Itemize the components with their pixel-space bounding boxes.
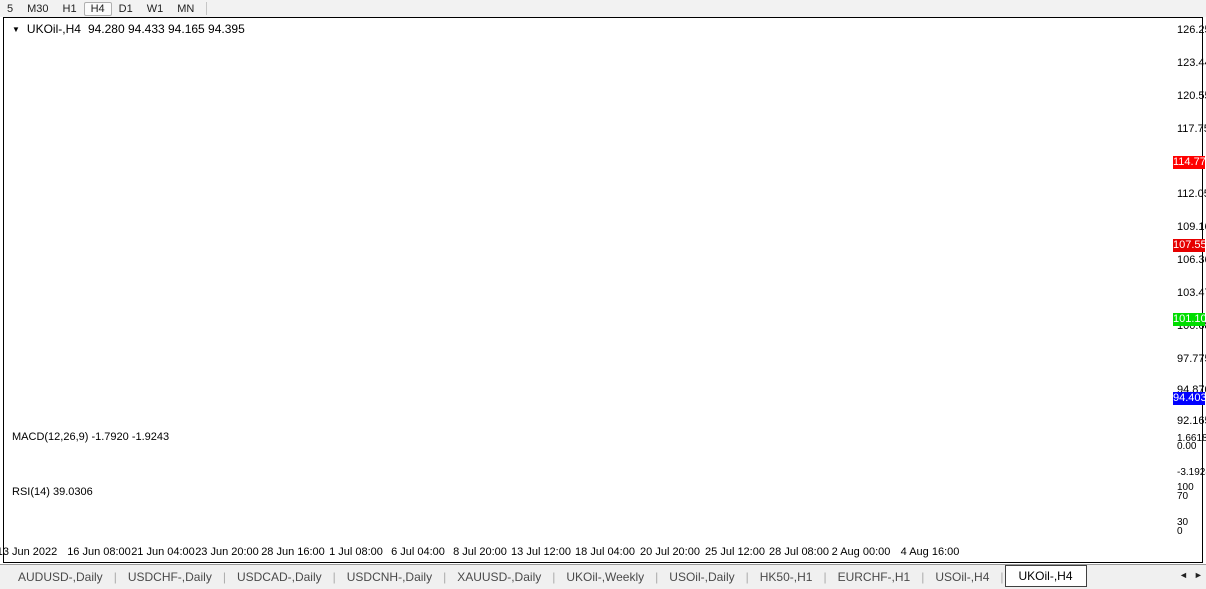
rsi-tick-label: 70: [1177, 492, 1188, 502]
tab-hk50-h1[interactable]: HK50-,H1: [750, 567, 823, 587]
price-line-label-114-77: 114.77: [1173, 156, 1205, 169]
date-label: 2 Aug 00:00: [832, 546, 891, 558]
hline-101-1[interactable]: [8, 316, 1172, 322]
macd-tick-label: 0.00: [1177, 442, 1196, 452]
price-tick-label: 103.47: [1177, 288, 1206, 299]
date-label: 13 Jun 2022: [0, 546, 57, 558]
price-tick-label: 120.55: [1177, 91, 1206, 102]
price-tick-label: 123.44: [1177, 58, 1206, 69]
price-tick-label: 117.75: [1177, 124, 1206, 135]
date-label: 18 Jul 04:00: [575, 546, 635, 558]
chart-canvas: [0, 0, 1206, 589]
tab-audusd-daily[interactable]: AUDUSD-,Daily: [8, 567, 113, 587]
tab-scroll-left-icon[interactable]: ◄: [1179, 570, 1194, 580]
date-label: 21 Jun 04:00: [131, 546, 195, 558]
price-tick-label: 92.165: [1177, 416, 1206, 427]
rsi-tick-label: 0: [1177, 527, 1183, 537]
macd-label: MACD(12,26,9) -1.7920 -1.9243: [12, 431, 169, 443]
trend-arrow[interactable]: [953, 374, 985, 427]
tab-scroll-right-icon[interactable]: ►: [1194, 570, 1205, 580]
tab-usoil-daily[interactable]: USOil-,Daily: [659, 567, 744, 587]
chart-tab-bar: AUDUSD-,Daily|USDCHF-,Daily|USDCAD-,Dail…: [0, 564, 1206, 589]
hline-107-55[interactable]: [8, 242, 1172, 248]
tab-xauusd-daily[interactable]: XAUUSD-,Daily: [447, 567, 551, 587]
tab-scroll-arrows: ◄►: [1179, 570, 1205, 580]
tab-usdcnh-daily[interactable]: USDCNH-,Daily: [337, 567, 442, 587]
candles-layer: [7, 33, 925, 421]
mt4-terminal: 5M30H1H4D1W1MN ▼ UKOil-,H4 94.280 94.433…: [0, 0, 1206, 589]
rsi-label: RSI(14) 39.0306: [12, 486, 93, 498]
price-line-label-107-55: 107.55: [1173, 239, 1205, 252]
date-label: 20 Jul 20:00: [640, 546, 700, 558]
tab-usoil-h4[interactable]: USOil-,H4: [925, 567, 999, 587]
tab-ukoil-h4[interactable]: UKOil-,H4: [1005, 565, 1087, 587]
price-tick-label: 109.16: [1177, 222, 1206, 233]
date-label: 6 Jul 04:00: [391, 546, 445, 558]
date-label: 4 Aug 16:00: [901, 546, 960, 558]
price-tick-label: 112.05: [1177, 189, 1206, 200]
date-label: 23 Jun 20:00: [195, 546, 259, 558]
tab-ukoil-weekly[interactable]: UKOil-,Weekly: [556, 567, 654, 587]
chart-symbol-period: UKOil-,H4: [27, 22, 81, 36]
price-tick-label: 97.775: [1177, 354, 1206, 365]
date-label: 8 Jul 20:00: [453, 546, 507, 558]
hline-94-403[interactable]: [8, 395, 1172, 401]
date-label: 1 Jul 08:00: [329, 546, 383, 558]
date-label: 25 Jul 12:00: [705, 546, 765, 558]
tab-eurchf-h1[interactable]: EURCHF-,H1: [828, 567, 921, 587]
price-tick-label: 106.36: [1177, 255, 1206, 266]
rsi-line: [8, 501, 923, 526]
hline-114-77[interactable]: [8, 159, 1172, 165]
symbol-dropdown-icon[interactable]: ▼: [12, 25, 20, 34]
tab-usdcad-daily[interactable]: USDCAD-,Daily: [227, 567, 332, 587]
chart-ohlc-readout: 94.280 94.433 94.165 94.395: [88, 22, 245, 36]
price-tick-label: 126.25: [1177, 25, 1206, 36]
price-line-label-101-10: 101.10: [1173, 313, 1205, 326]
price-line-label-94-403: 94.403: [1173, 392, 1205, 405]
tab-usdchf-daily[interactable]: USDCHF-,Daily: [118, 567, 222, 587]
date-label: 16 Jun 08:00: [67, 546, 131, 558]
macd-tick-label: -3.1928: [1177, 468, 1206, 478]
chart-title: ▼ UKOil-,H4 94.280 94.433 94.165 94.395: [12, 22, 245, 36]
date-label: 28 Jun 16:00: [261, 546, 325, 558]
date-label: 13 Jul 12:00: [511, 546, 571, 558]
date-label: 28 Jul 08:00: [769, 546, 829, 558]
